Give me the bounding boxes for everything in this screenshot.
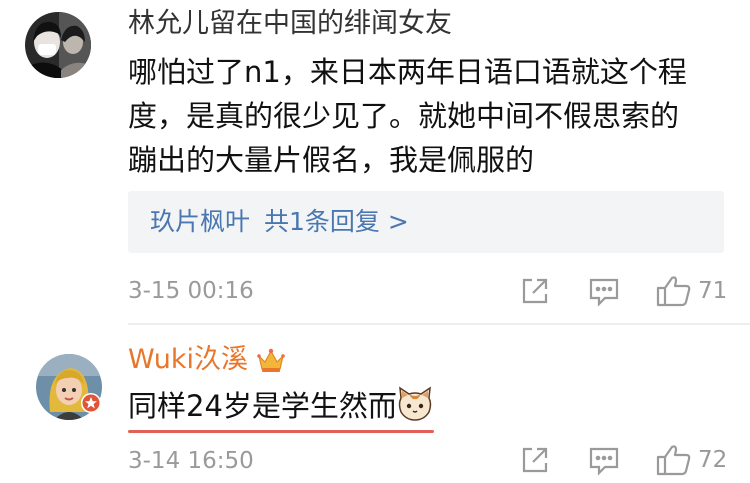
username[interactable]: 林允儿留在中国的绯闻女友 — [128, 6, 452, 42]
avatar[interactable] — [25, 12, 91, 78]
comment-text: 哪怕过了n1，来日本两年日语口语就这个程 度，是真的很少见了。就她中间不假思索的… — [128, 50, 728, 182]
comment-item: Wuki汣溪 同样24岁是学生然而 3-14 16:50 72 — [0, 326, 750, 483]
comment-text-line: 蹦出的大量片假名，我是佩服的 — [128, 143, 535, 177]
comment-text-line: 哪怕过了n1，来日本两年日语口语就这个程 — [128, 55, 687, 89]
like-count: 71 — [698, 278, 728, 304]
comment-icon[interactable] — [587, 443, 621, 477]
crown-icon — [256, 346, 286, 378]
comment-icon[interactable] — [587, 274, 621, 308]
like-count: 72 — [698, 447, 728, 473]
reply-preview[interactable]: 玖片枫叶 共1条回复 > — [128, 191, 724, 253]
action-bar: 72 — [0, 443, 750, 477]
share-icon[interactable] — [518, 443, 552, 477]
share-icon[interactable] — [518, 274, 552, 308]
cat-emoji-icon — [396, 386, 434, 426]
username[interactable]: Wuki汣溪 — [128, 342, 248, 378]
underline-decoration — [128, 430, 434, 433]
thumbs-up-icon[interactable] — [655, 274, 693, 308]
comment-text-line: 度，是真的很少见了。就她中间不假思索的 — [128, 99, 680, 133]
reply-count-link[interactable]: 共1条回复 > — [264, 207, 409, 236]
verified-badge-icon — [80, 392, 102, 418]
comment-item: 林允儿留在中国的绯闻女友 哪怕过了n1，来日本两年日语口语就这个程 度，是真的很… — [0, 0, 750, 323]
thumbs-up-icon[interactable] — [655, 443, 693, 477]
action-bar: 71 — [0, 274, 750, 308]
divider — [128, 323, 750, 325]
reply-user[interactable]: 玖片枫叶 — [150, 207, 250, 236]
